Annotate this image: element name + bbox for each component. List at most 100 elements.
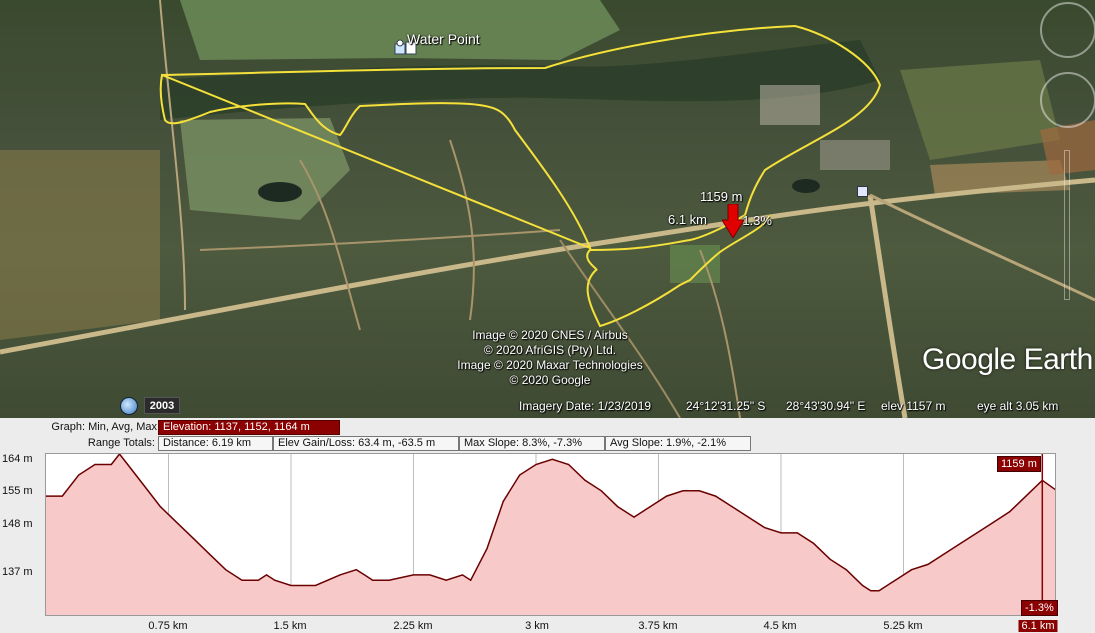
elevation-point	[845, 569, 847, 571]
elevation-point	[412, 574, 415, 576]
imagery-copyright: Image © 2020 CNES / Airbus © 2020 AfriGI…	[457, 328, 643, 387]
elevation-point	[633, 516, 635, 518]
elevation-point	[617, 505, 619, 508]
elevation-point	[666, 495, 668, 497]
range-totals-label: Range Totals:	[87, 437, 155, 449]
elevation-point	[747, 516, 749, 518]
y-tick-label: 137 m	[2, 566, 33, 578]
elevation-readout: elev 1157 m	[881, 399, 946, 413]
elevation-point	[461, 574, 464, 576]
elevation-point	[78, 474, 80, 476]
elevation-point	[829, 558, 831, 560]
historical-year-badge[interactable]: 2003	[144, 397, 180, 414]
elevation-point	[363, 574, 366, 576]
range-avg-slope-box: Avg Slope: 1.9%, -2.1%	[605, 436, 751, 451]
graph-cursor-slope: -1.3%	[1021, 600, 1058, 616]
map-view[interactable]: Water Point 1159 m 6.1 km -1.3% Image © …	[0, 0, 1095, 418]
range-distance-box: Distance: 6.19 km	[158, 436, 273, 451]
elevation-point	[290, 584, 292, 587]
elevation-point	[780, 532, 782, 534]
x-tick-label: 4.5 km	[763, 620, 797, 632]
range-elev-gain-box: Elev Gain/Loss: 63.4 m, -63.5 m	[273, 436, 459, 451]
historical-imagery-clock-icon[interactable]	[120, 397, 138, 415]
elevation-point	[470, 579, 472, 581]
elevation-area	[46, 454, 1055, 615]
navigation-controls[interactable]	[1030, 0, 1095, 300]
elevation-point	[813, 542, 815, 544]
elevation-point	[992, 521, 994, 523]
elevation-point	[257, 579, 259, 581]
elevation-point	[943, 553, 945, 555]
elevation-point	[584, 479, 586, 481]
x-tick-label: 3 km	[525, 620, 549, 632]
eye-altitude-readout: eye alt 3.05 km	[977, 399, 1059, 413]
x-tick-label: 5.25 km	[883, 620, 923, 632]
elevation-point	[265, 574, 268, 576]
elevation-point	[1025, 495, 1027, 497]
elevation-point	[535, 463, 537, 466]
latitude-readout: 24°12'31.25" S	[686, 399, 766, 413]
elevation-point	[551, 458, 553, 460]
longitude-readout: 28°43'30.94" E	[786, 399, 866, 413]
elevation-point	[878, 590, 880, 592]
elevation-point	[911, 569, 913, 571]
elevation-point	[306, 584, 308, 587]
placemark-label[interactable]: Water Point	[407, 31, 480, 47]
graph-cursor-elevation: 1159 m	[997, 456, 1041, 472]
elevation-point	[208, 553, 210, 555]
elevation-point	[176, 521, 178, 523]
red-arrow-icon	[721, 203, 745, 243]
y-tick-label: 164 m	[2, 453, 33, 465]
y-tick-label: 148 m	[2, 518, 33, 530]
elevation-point	[445, 579, 447, 581]
elevation-point	[862, 584, 864, 587]
elevation-point	[274, 579, 276, 581]
elevation-point	[960, 542, 962, 544]
look-joystick[interactable]	[1040, 2, 1095, 58]
elevation-point	[486, 548, 488, 550]
elevation-point	[61, 495, 63, 497]
elevation-summary-box[interactable]: Elevation: 1137, 1152, 1164 m	[158, 420, 340, 435]
elevation-point	[796, 532, 798, 534]
elevation-point	[241, 579, 243, 581]
elevation-point	[372, 579, 374, 581]
elevation-point	[429, 574, 431, 576]
elevation-point	[894, 579, 896, 581]
elevation-point	[927, 563, 929, 566]
x-tick-label-current: 6.1 km	[1018, 620, 1058, 632]
elevation-point	[225, 569, 227, 571]
elevation-point	[388, 579, 390, 581]
elevation-profile-graph[interactable]	[45, 453, 1056, 616]
elevation-point	[94, 463, 96, 466]
poi-icon[interactable]	[857, 186, 868, 197]
cursor-elevation-label: 1159 m	[700, 189, 743, 204]
elevation-point	[127, 463, 129, 466]
elevation-point	[731, 505, 733, 508]
elevation-point	[682, 490, 684, 492]
zoom-slider[interactable]	[1064, 150, 1070, 300]
x-tick-label: 1.5 km	[273, 620, 307, 632]
elevation-point	[339, 574, 341, 576]
elevation-point	[764, 527, 766, 529]
cursor-distance-label: 6.1 km	[668, 212, 708, 227]
elevation-point	[600, 490, 602, 492]
elevation-point	[159, 505, 161, 508]
x-tick-label: 3.75 km	[638, 620, 678, 632]
elevation-point	[502, 500, 504, 502]
elevation-point	[649, 505, 651, 508]
elevation-point	[870, 590, 872, 592]
elevation-point	[314, 584, 317, 587]
elevation-point	[568, 463, 570, 466]
elevation-point	[355, 569, 357, 571]
x-tick-label: 2.25 km	[393, 620, 433, 632]
elevation-point	[519, 474, 521, 476]
x-tick-label: 0.75 km	[148, 620, 188, 632]
imagery-date: Imagery Date: 1/23/2019	[519, 399, 652, 413]
elevation-point	[143, 484, 145, 487]
elevation-point	[715, 495, 717, 497]
elevation-profile-chart[interactable]	[46, 454, 1056, 616]
move-joystick[interactable]	[1040, 72, 1095, 128]
elevation-point	[110, 463, 112, 466]
elevation-point	[1009, 511, 1011, 513]
elevation-point	[192, 537, 194, 539]
